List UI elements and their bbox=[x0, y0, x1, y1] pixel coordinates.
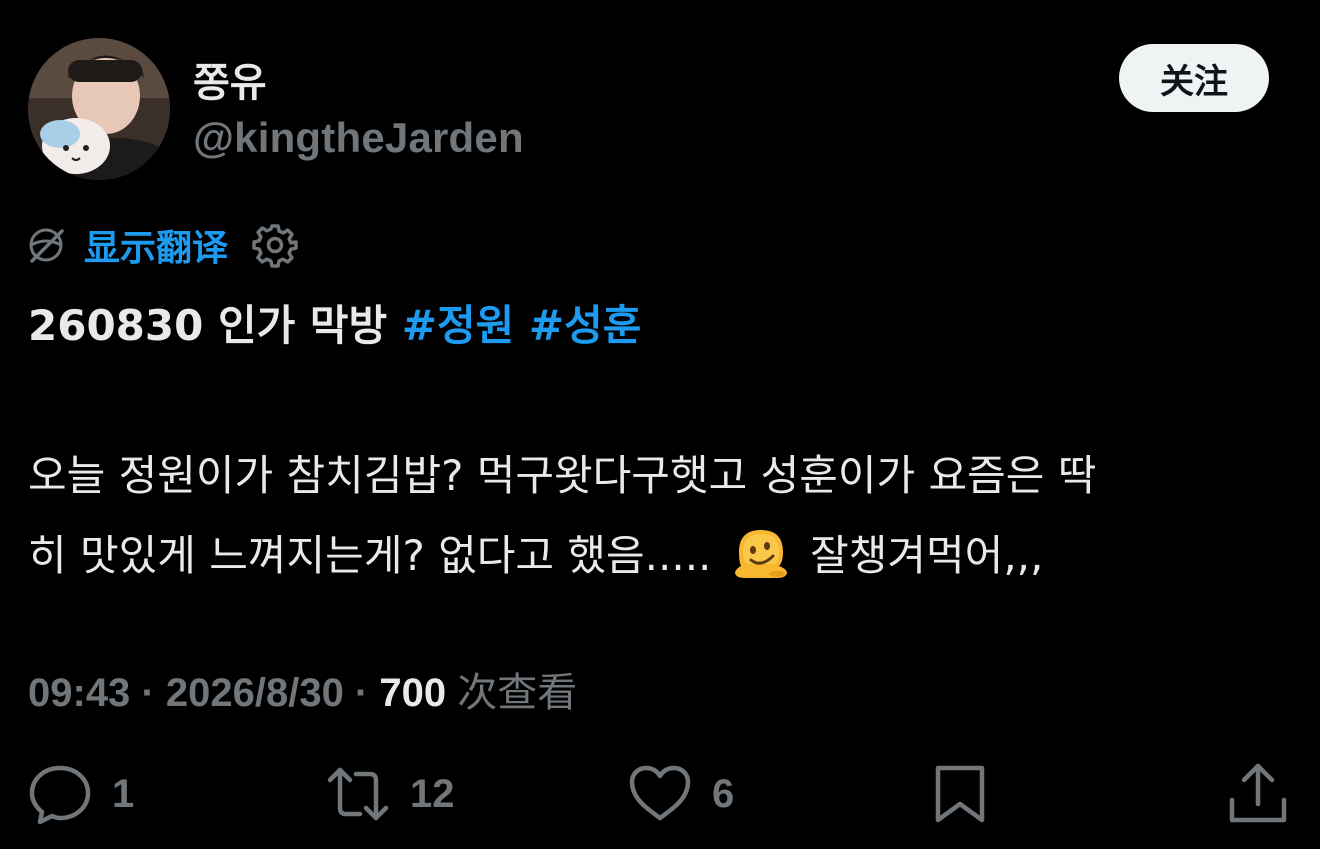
tweet-meta: 09:43 · 2026/8/30 · 700 次查看 bbox=[28, 660, 577, 718]
hashtag-jungwon[interactable]: #정원 bbox=[402, 301, 514, 350]
tweet-text-line-1: 260830 인가 막방 #정원 #성훈 bbox=[28, 292, 641, 353]
retweet-button[interactable]: 12 bbox=[326, 762, 455, 826]
avatar-image bbox=[28, 38, 170, 180]
tweet-body-text-before-emoji: 히 맛있게 느껴지는게? 없다고 했음..... bbox=[28, 531, 725, 580]
gear-icon[interactable] bbox=[252, 222, 298, 268]
tweet-text: 260830 인가 막방 bbox=[28, 301, 402, 350]
tweet-time[interactable]: 09:43 bbox=[28, 671, 130, 715]
show-translation-link[interactable]: 显示翻译 bbox=[84, 219, 228, 271]
tweet-body-line-1: 오늘 정원이가 참치김밥? 먹구왓다구햇고 성훈이가 요즘은 딱 bbox=[28, 451, 1097, 500]
hashtag-sunghoon[interactable]: #성훈 bbox=[529, 301, 641, 350]
share-button[interactable] bbox=[1226, 762, 1290, 826]
globe-slash-icon bbox=[29, 228, 64, 263]
retweet-count: 12 bbox=[410, 771, 455, 816]
speech-bubble-icon bbox=[29, 765, 91, 825]
follow-button[interactable]: 关注 bbox=[1119, 44, 1269, 112]
meta-separator: · bbox=[130, 671, 166, 715]
share-upload-icon bbox=[1229, 763, 1287, 823]
meta-separator: · bbox=[343, 671, 380, 715]
views-label: 次查看 bbox=[457, 670, 578, 716]
retweet-arrows-icon bbox=[327, 767, 389, 821]
avatar[interactable] bbox=[28, 38, 170, 180]
bookmark-button[interactable] bbox=[928, 762, 992, 826]
bookmark-icon bbox=[935, 765, 985, 823]
melting-face-emoji bbox=[734, 530, 787, 578]
reply-count: 1 bbox=[112, 771, 135, 816]
tweet-body-text-after-emoji: 잘챙겨먹어,,, bbox=[796, 531, 1044, 580]
translate-row: 显示翻译 bbox=[26, 220, 298, 270]
tweet-body-line-2: 히 맛있게 느껴지는게? 없다고 했음..... 잘챙겨먹어,,, bbox=[28, 522, 1043, 583]
display-name[interactable]: 쫑유 bbox=[193, 50, 267, 108]
user-handle[interactable]: @kingtheJarden bbox=[193, 114, 524, 162]
like-count: 6 bbox=[712, 771, 735, 816]
views-count: 700 bbox=[379, 671, 447, 715]
heart-icon bbox=[629, 765, 691, 821]
reply-button[interactable]: 1 bbox=[28, 762, 134, 826]
like-button[interactable]: 6 bbox=[628, 762, 734, 826]
tweet-date[interactable]: 2026/8/30 bbox=[166, 671, 344, 715]
